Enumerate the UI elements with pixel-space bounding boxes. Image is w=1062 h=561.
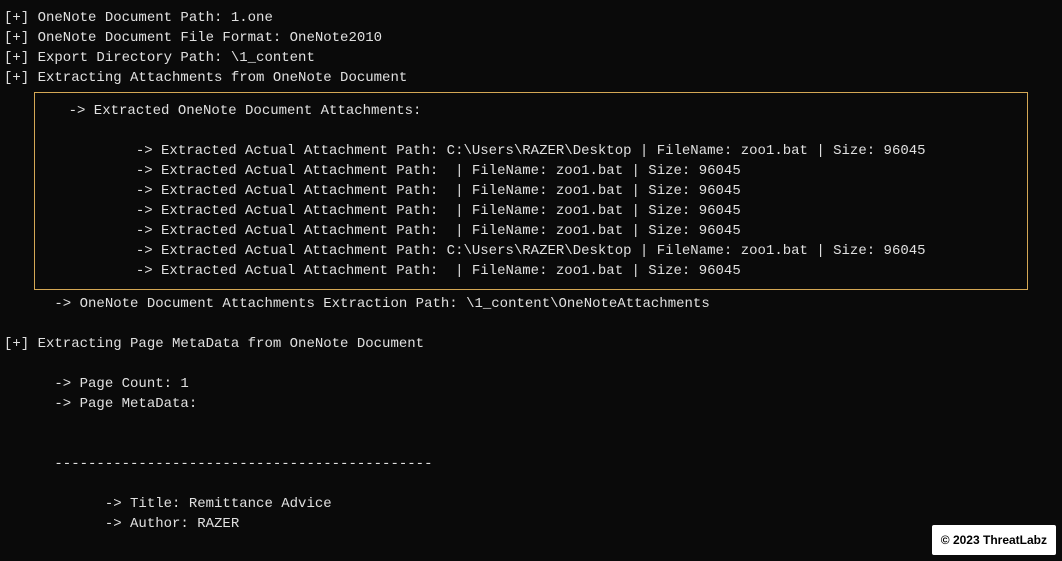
- page-count: -> Page Count: 1: [4, 374, 1058, 394]
- attachment-row: -> Extracted Actual Attachment Path: C:\…: [35, 141, 1027, 161]
- attachments-title: -> Extracted OneNote Document Attachment…: [35, 101, 1027, 121]
- header-extracting: [+] Extracting Attachments from OneNote …: [4, 68, 1058, 88]
- metadata-divider: ----------------------------------------…: [4, 454, 1058, 474]
- attachment-row: -> Extracted Actual Attachment Path: | F…: [35, 181, 1027, 201]
- attachment-row: -> Extracted Actual Attachment Path: C:\…: [35, 241, 1027, 261]
- header-file-format: [+] OneNote Document File Format: OneNot…: [4, 28, 1058, 48]
- page-metadata-label: -> Page MetaData:: [4, 394, 1058, 414]
- header-export-dir: [+] Export Directory Path: \1_content: [4, 48, 1058, 68]
- metadata-title: -> Title: Remittance Advice: [4, 494, 1058, 514]
- extraction-path: -> OneNote Document Attachments Extracti…: [4, 294, 1058, 314]
- metadata-author: -> Author: RAZER: [4, 514, 1058, 534]
- metadata-header: [+] Extracting Page MetaData from OneNot…: [4, 334, 1058, 354]
- attachment-row: -> Extracted Actual Attachment Path: | F…: [35, 261, 1027, 281]
- attachment-row: -> Extracted Actual Attachment Path: | F…: [35, 221, 1027, 241]
- watermark-badge: © 2023 ThreatLabz: [932, 525, 1056, 555]
- attachments-box: -> Extracted OneNote Document Attachment…: [34, 92, 1028, 290]
- header-doc-path: [+] OneNote Document Path: 1.one: [4, 8, 1058, 28]
- attachment-row: -> Extracted Actual Attachment Path: | F…: [35, 201, 1027, 221]
- attachment-row: -> Extracted Actual Attachment Path: | F…: [35, 161, 1027, 181]
